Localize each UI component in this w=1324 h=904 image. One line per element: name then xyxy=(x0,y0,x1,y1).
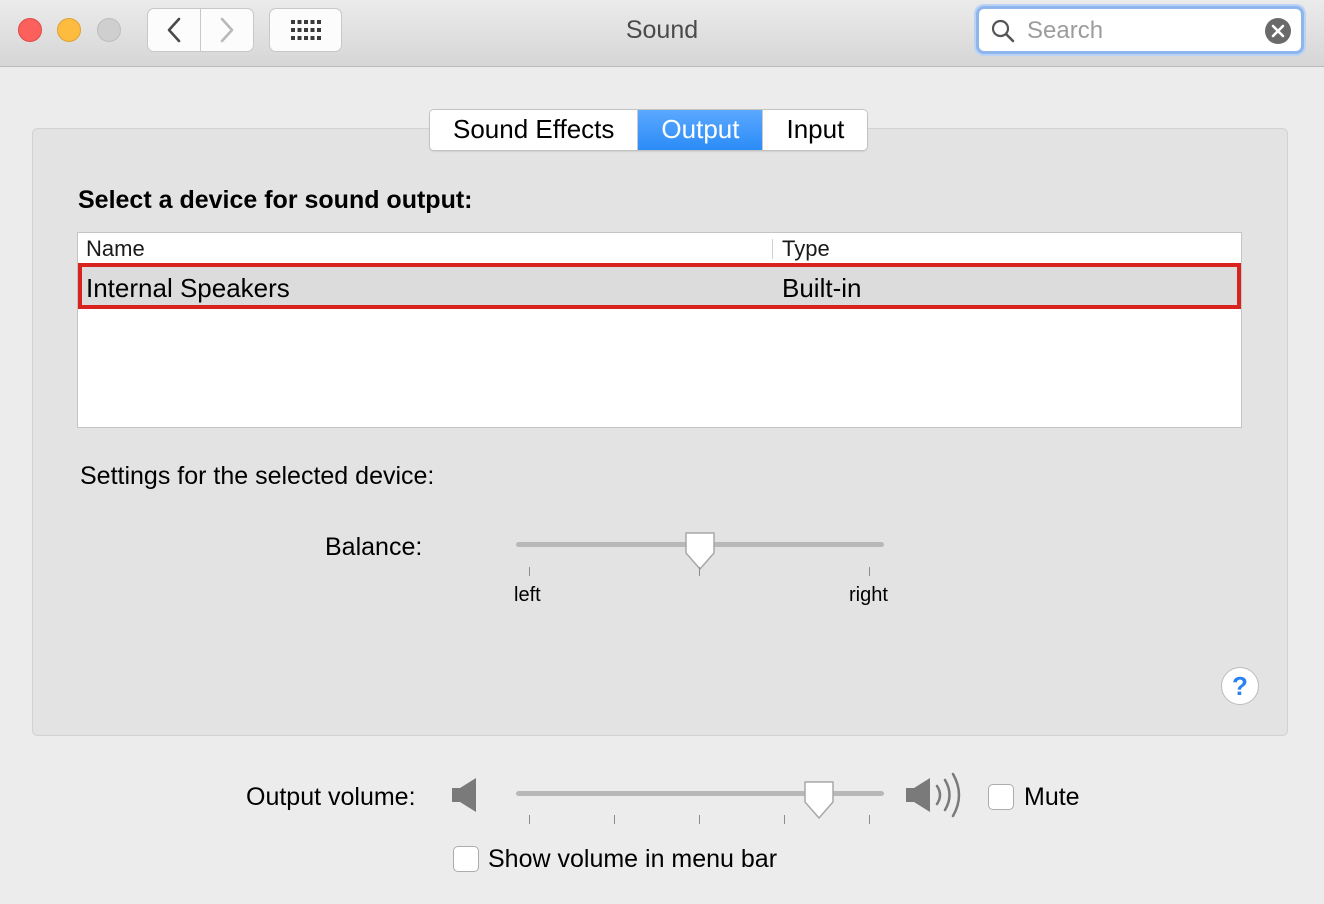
balance-left-label: left xyxy=(514,584,541,606)
device-name-cell: Internal Speakers xyxy=(86,273,290,303)
x-icon xyxy=(1271,24,1285,38)
volume-tick xyxy=(869,815,870,824)
tab-sound-effects[interactable]: Sound Effects xyxy=(430,110,639,150)
output-volume-label: Output volume: xyxy=(246,783,416,811)
volume-tick xyxy=(699,815,700,824)
volume-tick xyxy=(529,815,530,824)
clear-search-icon[interactable] xyxy=(1265,18,1291,44)
show-volume-label: Show volume in menu bar xyxy=(488,845,778,873)
help-icon: ? xyxy=(1232,671,1248,701)
balance-tick-left xyxy=(529,567,530,576)
balance-tick-right xyxy=(869,567,870,576)
mute-checkbox[interactable] xyxy=(988,784,1014,810)
speaker-low-icon xyxy=(452,778,476,812)
title-bar: Sound xyxy=(0,0,1324,67)
tab-input[interactable]: Input xyxy=(763,110,868,150)
speaker-high-icon xyxy=(906,772,961,818)
balance-tick-center xyxy=(699,567,700,576)
volume-tick xyxy=(614,815,615,824)
balance-slider-thumb[interactable] xyxy=(683,531,717,573)
tab-bar: Sound Effects Output Input xyxy=(429,109,869,151)
search-field[interactable] xyxy=(976,6,1304,54)
mute-label: Mute xyxy=(1024,783,1080,811)
device-table[interactable]: Name Type Internal Speakers Built-in xyxy=(77,232,1242,428)
help-button[interactable]: ? xyxy=(1221,667,1259,705)
volume-slider-thumb[interactable] xyxy=(802,780,836,822)
search-input[interactable] xyxy=(1025,15,1259,47)
output-panel xyxy=(32,128,1288,736)
show-volume-checkbox[interactable] xyxy=(453,846,479,872)
tab-output[interactable]: Output xyxy=(638,110,764,150)
table-row[interactable]: Internal Speakers Built-in xyxy=(78,263,1241,309)
column-header-type[interactable]: Type xyxy=(782,236,830,262)
balance-label: Balance: xyxy=(325,533,423,561)
device-type-cell: Built-in xyxy=(782,273,862,303)
column-header-name[interactable]: Name xyxy=(86,236,145,262)
section-title: Select a device for sound output: xyxy=(78,186,473,214)
volume-tick xyxy=(784,815,785,824)
column-divider xyxy=(772,239,773,259)
balance-right-label: right xyxy=(849,584,888,606)
settings-title: Settings for the selected device: xyxy=(80,462,435,490)
search-icon xyxy=(991,19,1015,43)
